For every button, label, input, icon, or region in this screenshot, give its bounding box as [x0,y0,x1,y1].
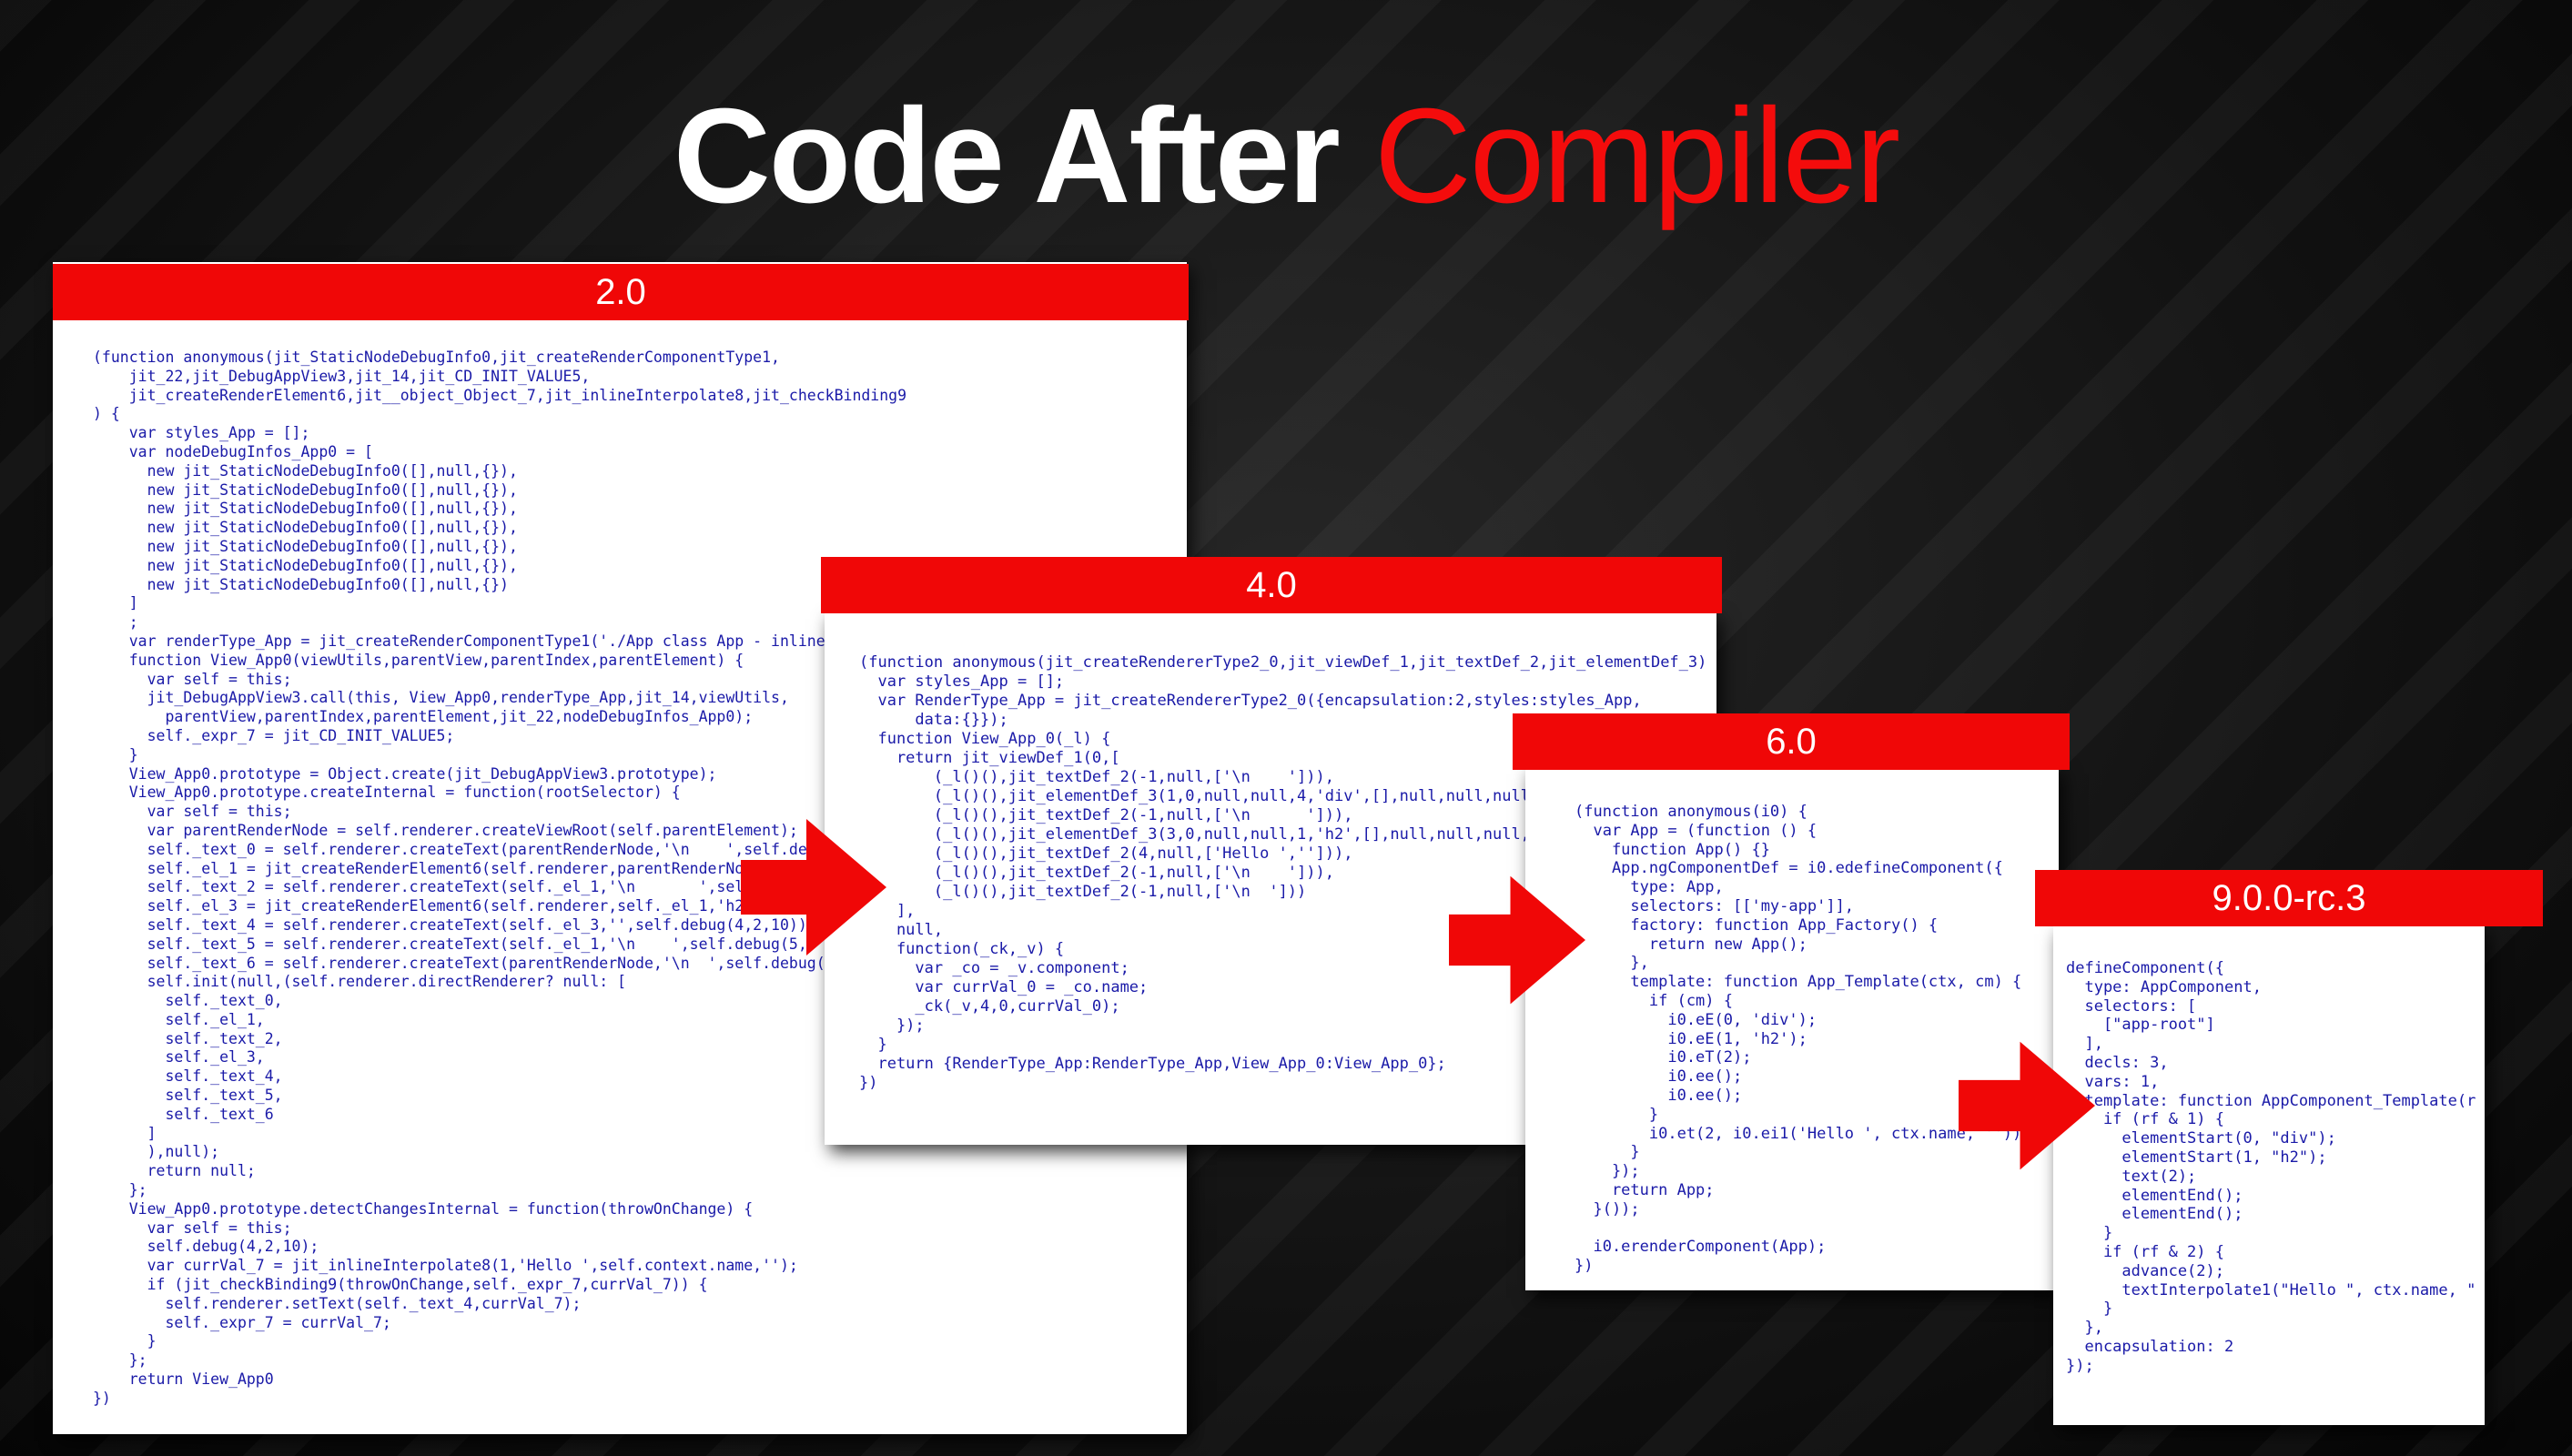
title-main: Code After [673,81,1341,231]
code-block-v9: defineComponent({ type: AppComponent, se… [2066,959,2476,1375]
right-arrow-icon [1449,872,1585,1008]
version-header-v6: 6.0 [1513,713,2070,770]
right-arrow-icon [1959,1037,2095,1174]
version-header-v4: 4.0 [821,557,1722,613]
right-arrow-icon [741,819,886,956]
version-header-v9: 9.0.0-rc.3 [2035,870,2543,926]
slide-title: Code After Compiler [0,89,2572,224]
title-accent: Compiler [1373,81,1900,231]
version-header-v2: 2.0 [53,264,1189,320]
